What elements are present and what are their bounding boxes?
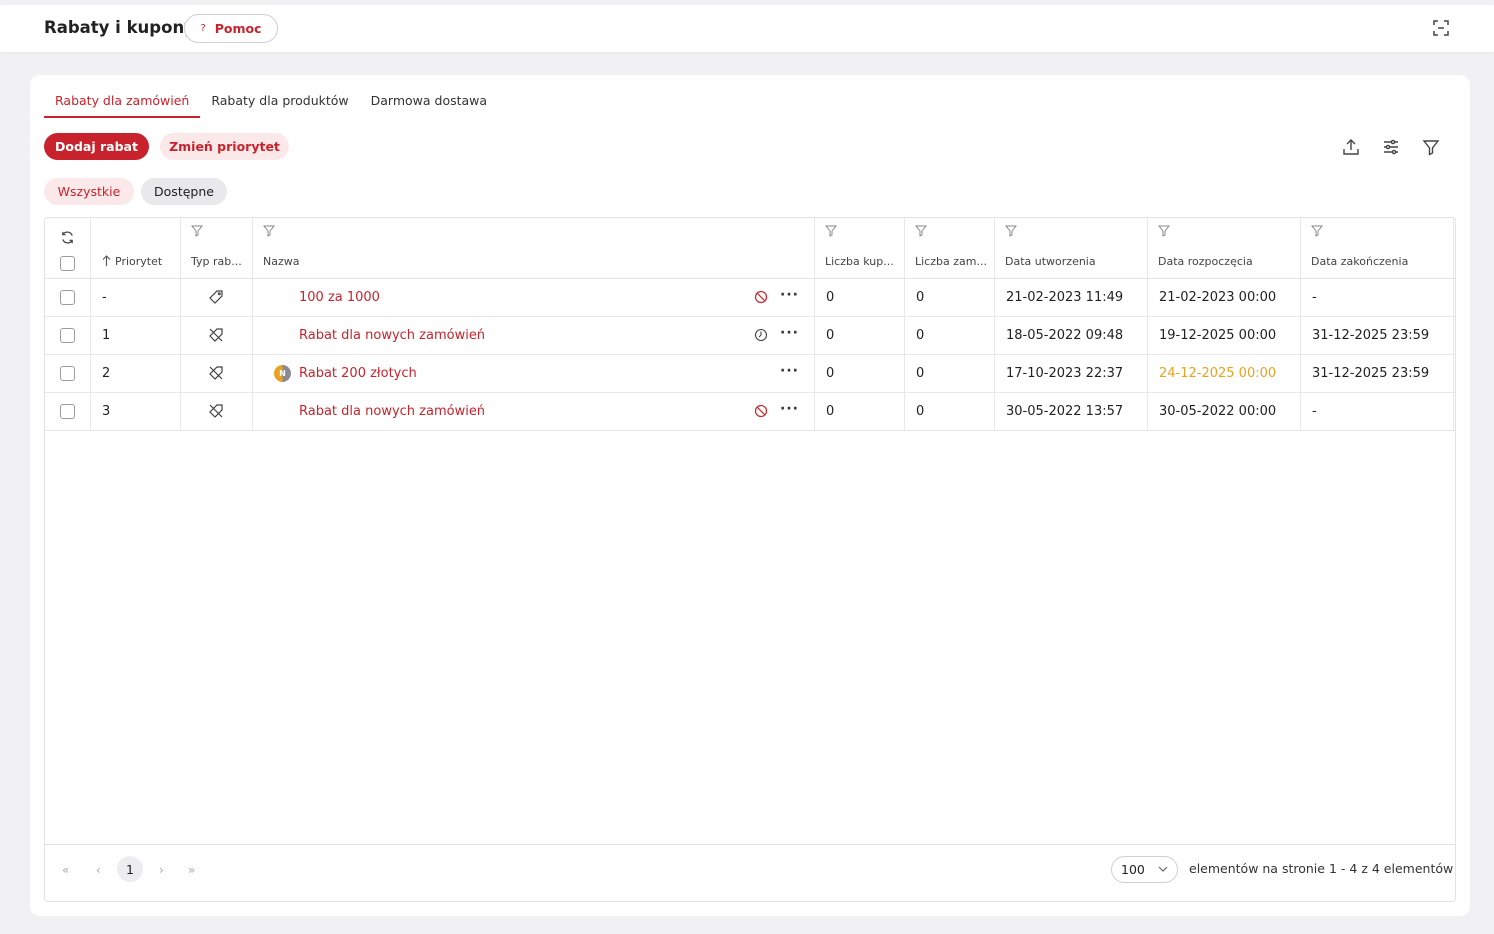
row-priority: 3: [102, 404, 111, 419]
tab-product-discounts[interactable]: Rabaty dla produktów: [200, 91, 359, 118]
row-priority: 1: [102, 328, 111, 343]
discounts-table: Priorytet Typ rab... Nazwa Liczba kup...…: [44, 217, 1456, 902]
filter-all[interactable]: Wszystkie: [44, 178, 134, 205]
export-icon[interactable]: [1341, 137, 1361, 157]
row-start: 24-12-2025 00:00: [1159, 366, 1277, 381]
row-name-link[interactable]: Rabat 200 złotych: [299, 366, 417, 381]
row-checkbox[interactable]: [60, 290, 75, 305]
row-coupons: 0: [826, 404, 835, 419]
coupons-filter-icon[interactable]: [824, 224, 838, 238]
row-coupons: 0: [826, 366, 835, 381]
row-name-link[interactable]: Rabat dla nowych zamówień: [299, 328, 485, 343]
select-all-checkbox[interactable]: [60, 256, 75, 271]
table-row[interactable]: 2 N Rabat 200 złotych ··· 0 0 17-10-2023…: [45, 355, 1455, 393]
filter-icon[interactable]: [1421, 137, 1441, 157]
row-created: 21-02-2023 11:49: [1006, 290, 1124, 305]
row-name-link[interactable]: Rabat dla nowych zamówień: [299, 404, 485, 419]
help-icon: ?: [200, 23, 206, 34]
page-title: Rabaty i kupony: [44, 18, 195, 37]
disabled-icon: [754, 404, 768, 418]
pagination-bar: « ‹ 1 › » 100 elementów na stronie 1 - 4…: [45, 844, 1455, 901]
per-page-label: elementów na stronie: [1189, 861, 1325, 876]
tag-crossed-icon: [209, 404, 223, 418]
main-card: Rabaty dla zamówień Rabaty dla produktów…: [30, 75, 1470, 916]
tab-bar: Rabaty dla zamówień Rabaty dla produktów…: [44, 91, 498, 119]
next-page-icon[interactable]: ›: [159, 863, 164, 877]
type-filter-icon[interactable]: [190, 224, 204, 238]
row-end: -: [1312, 290, 1317, 305]
prev-page-icon[interactable]: ‹: [96, 863, 101, 877]
row-coupons: 0: [826, 290, 835, 305]
row-more-icon[interactable]: ···: [780, 401, 799, 417]
col-priority[interactable]: Priorytet: [115, 255, 177, 268]
row-orders: 0: [916, 404, 925, 419]
table-row[interactable]: 1 Rabat dla nowych zamówień ··· 0 0 18-0…: [45, 317, 1455, 355]
add-discount-button[interactable]: Dodaj rabat: [44, 133, 149, 160]
tag-icon: [209, 290, 223, 304]
page-button-current[interactable]: 1: [117, 856, 143, 882]
col-created[interactable]: Data utworzenia: [1005, 255, 1135, 268]
col-end[interactable]: Data zakończenia: [1311, 255, 1441, 268]
chevron-down-icon: [1158, 866, 1168, 872]
row-checkbox[interactable]: [60, 366, 75, 381]
new-badge: N: [274, 365, 291, 382]
tab-order-discounts[interactable]: Rabaty dla zamówień: [44, 91, 201, 118]
table-header: Priorytet Typ rab... Nazwa Liczba kup...…: [45, 218, 1455, 279]
row-end: 31-12-2025 23:59: [1312, 366, 1430, 381]
refresh-icon[interactable]: [60, 230, 75, 245]
end-filter-icon[interactable]: [1310, 224, 1324, 238]
col-type[interactable]: Typ rab...: [191, 255, 249, 268]
row-end: -: [1312, 404, 1317, 419]
tab-free-shipping[interactable]: Darmowa dostawa: [360, 91, 498, 118]
change-priority-button[interactable]: Zmień priorytet: [160, 133, 289, 160]
table-row[interactable]: 3 Rabat dla nowych zamówień ··· 0 0 30-0…: [45, 393, 1455, 431]
row-more-icon[interactable]: ···: [780, 363, 799, 379]
orders-filter-icon[interactable]: [914, 224, 928, 238]
row-priority: 2: [102, 366, 111, 381]
tag-crossed-icon: [209, 366, 223, 380]
row-orders: 0: [916, 366, 925, 381]
row-checkbox[interactable]: [60, 328, 75, 343]
row-created: 30-05-2022 13:57: [1006, 404, 1124, 419]
row-coupons: 0: [826, 328, 835, 343]
clock-icon: [754, 328, 768, 342]
row-orders: 0: [916, 328, 925, 343]
top-bar: Rabaty i kupony ? Pomoc: [0, 5, 1494, 52]
last-page-icon[interactable]: »: [188, 863, 195, 877]
row-name-link[interactable]: 100 za 1000: [299, 290, 380, 305]
row-start: 30-05-2022 00:00: [1159, 404, 1277, 419]
tag-crossed-icon: [209, 328, 223, 342]
col-start[interactable]: Data rozpoczęcia: [1158, 255, 1288, 268]
page-size-value: 100: [1121, 862, 1145, 877]
row-more-icon[interactable]: ···: [780, 325, 799, 341]
filter-available[interactable]: Dostępne: [141, 178, 227, 205]
row-priority: -: [102, 290, 107, 305]
disabled-icon: [754, 290, 768, 304]
row-orders: 0: [916, 290, 925, 305]
table-row[interactable]: - 100 za 1000 ··· 0 0 21-02-2023 11:49 2…: [45, 279, 1455, 317]
help-label: Pomoc: [214, 21, 262, 36]
sort-up-icon: [102, 255, 111, 266]
start-filter-icon[interactable]: [1157, 224, 1171, 238]
row-end: 31-12-2025 23:59: [1312, 328, 1430, 343]
col-name[interactable]: Nazwa: [263, 255, 383, 268]
row-start: 19-12-2025 00:00: [1159, 328, 1277, 343]
col-coupons[interactable]: Liczba kup...: [825, 255, 901, 268]
row-checkbox[interactable]: [60, 404, 75, 419]
row-created: 17-10-2023 22:37: [1006, 366, 1124, 381]
row-more-icon[interactable]: ···: [780, 287, 799, 303]
range-label: 1 - 4 z 4 elementów: [1329, 861, 1454, 876]
name-filter-icon[interactable]: [262, 224, 276, 238]
page-size-select[interactable]: 100: [1111, 856, 1178, 883]
row-start: 21-02-2023 00:00: [1159, 290, 1277, 305]
created-filter-icon[interactable]: [1004, 224, 1018, 238]
help-button[interactable]: ? Pomoc: [184, 14, 278, 43]
columns-settings-icon[interactable]: [1381, 137, 1401, 157]
first-page-icon[interactable]: «: [62, 863, 69, 877]
row-created: 18-05-2022 09:48: [1006, 328, 1124, 343]
col-orders[interactable]: Liczba zam...: [915, 255, 991, 268]
fullscreen-icon[interactable]: [1431, 18, 1451, 38]
